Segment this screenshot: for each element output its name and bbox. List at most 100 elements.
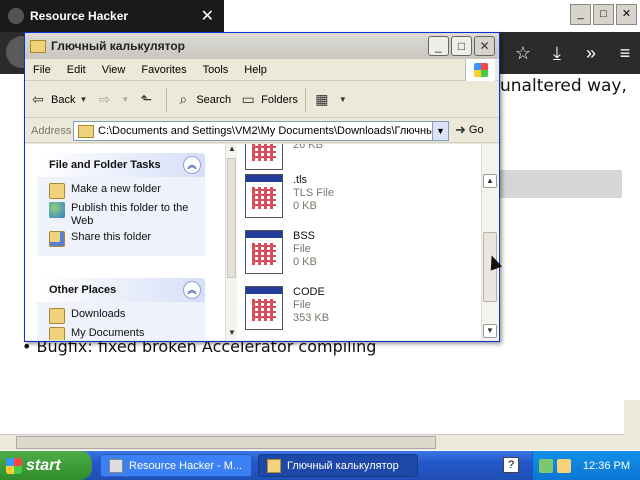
address-label: Address — [31, 124, 72, 137]
menu-icon[interactable]: ≡ — [610, 40, 640, 66]
file-icon — [245, 144, 283, 170]
taskbar-button-resource-hacker[interactable]: Resource Hacker - M... — [100, 454, 252, 477]
views-button[interactable]: ▦ ▼ — [309, 86, 351, 114]
menu-view[interactable]: View — [94, 64, 134, 76]
scroll-up-icon[interactable]: ▲ — [483, 174, 497, 188]
downloads-link[interactable]: Downloads — [49, 308, 199, 324]
file-item[interactable]: .tls TLS File 0 KB — [245, 174, 465, 224]
background-vertical-scrollbar[interactable] — [624, 400, 640, 450]
file-type: File — [293, 299, 311, 311]
make-new-folder-link[interactable]: Make a new folder — [49, 183, 199, 199]
more-icon[interactable]: » — [576, 40, 606, 66]
minimize-button[interactable]: _ — [570, 4, 591, 25]
collapse-icon[interactable]: ︽ — [183, 281, 201, 299]
scroll-down-icon[interactable]: ▼ — [226, 328, 238, 340]
panel-header[interactable]: File and Folder Tasks ︽ — [37, 153, 205, 177]
menu-tools[interactable]: Tools — [195, 64, 237, 76]
maximize-button[interactable]: □ — [451, 36, 472, 56]
file-folder-tasks-panel: File and Folder Tasks ︽ Make a new folde… — [37, 153, 205, 256]
explorer-titlebar[interactable]: Глючный калькулятор _ □ ✕ — [25, 33, 499, 59]
network-icon[interactable] — [538, 458, 553, 473]
link-label: Make a new folder — [71, 183, 161, 195]
taskbar-button-explorer[interactable]: Глючный калькулятор — [258, 454, 418, 477]
background-text: unaltered way, — [500, 76, 627, 96]
file-item[interactable]: CODE File 353 KB — [245, 286, 465, 336]
address-input[interactable]: C:\Documents and Settings\VM2\My Documen… — [73, 121, 449, 141]
minimize-button[interactable]: _ — [428, 36, 449, 56]
system-tray: 12:36 PM — [532, 451, 640, 480]
forward-arrow-icon: ⇨ — [98, 91, 111, 107]
task-pane-scrollbar[interactable]: ▲ ▼ — [225, 144, 237, 340]
folder-up-icon: ⬑ — [140, 91, 153, 107]
file-item[interactable]: 26 KB — [245, 144, 465, 176]
panel-title: File and Folder Tasks — [49, 159, 161, 171]
search-button[interactable]: ⌕ Search — [170, 86, 235, 114]
folder-icon — [49, 308, 65, 324]
views-icon: ▦ — [315, 91, 329, 107]
windows-logo-icon — [465, 59, 495, 81]
file-list-scrollbar[interactable]: ▲ ▼ — [481, 144, 498, 340]
maximize-button[interactable]: □ — [593, 4, 614, 25]
menu-help[interactable]: Help — [236, 64, 275, 76]
forward-button[interactable]: ⇨ ▼ — [91, 86, 133, 114]
file-icon — [245, 286, 283, 330]
link-label: Share this folder — [71, 231, 152, 243]
scroll-down-icon[interactable]: ▼ — [483, 324, 497, 338]
folder-icon — [30, 39, 46, 53]
start-label: start — [26, 456, 61, 474]
folder-icon — [78, 124, 94, 138]
panel-header[interactable]: Other Places ︽ — [37, 278, 205, 302]
menu-edit[interactable]: Edit — [59, 64, 94, 76]
folders-icon: ▭ — [241, 91, 255, 107]
go-button[interactable]: ➜ Go — [455, 122, 484, 138]
explorer-title: Глючный калькулятор — [51, 39, 185, 53]
security-icon[interactable] — [556, 458, 571, 473]
close-button[interactable]: ✕ — [616, 4, 637, 25]
scroll-thumb[interactable] — [16, 436, 436, 449]
menu-bar: File Edit View Favorites Tools Help — [25, 59, 499, 81]
my-documents-link[interactable]: My Documents — [49, 327, 199, 340]
close-button[interactable]: ✕ — [474, 36, 495, 56]
chevron-down-icon[interactable]: ▼ — [432, 122, 448, 140]
new-folder-icon — [49, 183, 65, 199]
download-icon[interactable]: ⤓ — [542, 40, 572, 66]
scroll-thumb[interactable] — [227, 158, 236, 278]
toolbar-separator — [304, 87, 306, 112]
collapse-icon[interactable]: ︽ — [183, 156, 201, 174]
star-icon[interactable]: ☆ — [508, 40, 538, 66]
folders-button[interactable]: ▭ Folders — [235, 86, 302, 114]
back-button[interactable]: ⇦ Back ▼ — [25, 86, 91, 114]
up-button[interactable]: ⬑ — [133, 86, 163, 114]
file-list: 26 KB .tls TLS File 0 KB BSS File 0 KB C… — [241, 144, 481, 340]
file-item[interactable]: BSS File 0 KB — [245, 230, 465, 280]
background-horizontal-scrollbar[interactable] — [0, 434, 624, 450]
menu-file[interactable]: File — [25, 64, 59, 76]
close-icon[interactable]: ✕ — [201, 6, 214, 26]
chevron-down-icon[interactable]: ▼ — [121, 95, 129, 104]
toolbar-separator — [166, 87, 168, 112]
file-name: BSS — [293, 230, 316, 242]
share-folder-link[interactable]: Share this folder — [49, 231, 199, 247]
scroll-up-icon[interactable]: ▲ — [226, 144, 238, 156]
chevron-down-icon[interactable]: ▼ — [339, 95, 347, 104]
clock[interactable]: 12:36 PM — [583, 460, 630, 472]
file-size: 26 KB — [293, 144, 323, 151]
file-type: TLS File — [293, 187, 334, 199]
help-icon[interactable]: ? — [503, 457, 519, 473]
explorer-content: File and Folder Tasks ︽ Make a new folde… — [25, 144, 499, 340]
other-places-panel: Other Places ︽ Downloads My Documents — [37, 278, 205, 340]
task-label: Resource Hacker - M... — [129, 459, 243, 472]
go-arrow-icon: ➜ — [455, 122, 466, 137]
background-band — [500, 170, 622, 198]
chevron-down-icon[interactable]: ▼ — [79, 95, 87, 104]
background-window-title: Resource Hacker — [30, 9, 129, 23]
address-value: C:\Documents and Settings\VM2\My Documen… — [98, 125, 441, 137]
start-button[interactable]: start — [0, 451, 92, 480]
publish-folder-link[interactable]: Publish this folder to the Web — [49, 202, 199, 228]
globe-icon — [49, 202, 65, 218]
file-icon — [245, 174, 283, 218]
menu-favorites[interactable]: Favorites — [133, 64, 194, 76]
panel-title: Other Places — [49, 284, 117, 296]
link-label: Publish this folder to the Web — [71, 202, 189, 227]
resource-hacker-icon — [8, 8, 24, 24]
